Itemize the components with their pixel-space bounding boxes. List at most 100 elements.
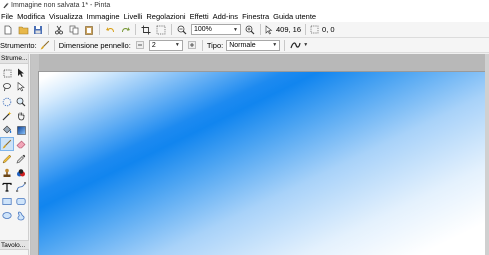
toolbar-separator — [201, 39, 203, 51]
freeform-shape-icon — [17, 211, 25, 221]
plus-icon — [188, 41, 196, 49]
menu-visualizza[interactable]: Visualizza — [49, 12, 87, 21]
selection-size-icon — [310, 25, 319, 34]
paintbrush-icon — [2, 140, 12, 149]
redo-button[interactable] — [119, 24, 131, 36]
pinta-app-icon — [3, 2, 9, 8]
menu-finestra[interactable]: Finestra — [242, 12, 273, 21]
toolbar-separator — [48, 24, 49, 35]
tool-rectangle-select[interactable] — [0, 66, 14, 80]
hand-icon — [18, 112, 25, 121]
eyedropper-icon — [16, 154, 26, 164]
tool-pencil[interactable] — [0, 152, 14, 166]
tool-grid — [0, 64, 28, 223]
eraser-icon — [16, 141, 26, 149]
new-image-button[interactable] — [2, 24, 14, 36]
new-image-icon — [4, 25, 12, 34]
tools-panel-header: Strume... — [0, 54, 28, 64]
vertical-scrollbar[interactable] — [485, 54, 489, 255]
menu-guida-utente[interactable]: Guida utente — [273, 12, 320, 21]
tool-line-curve[interactable] — [14, 180, 28, 194]
toolbar-separator — [53, 39, 55, 51]
toolbar-separator — [171, 24, 172, 35]
ellipse-select-icon — [2, 97, 12, 106]
tool-color-picker[interactable] — [14, 152, 28, 166]
blend-type-select[interactable]: Normale ▼ — [226, 39, 281, 51]
pencil-icon — [2, 154, 12, 164]
brush-width-label: Dimensione pennello: — [58, 40, 131, 50]
chevron-down-icon: ▼ — [303, 42, 309, 48]
rectangle-icon — [2, 198, 12, 206]
antialiasing-dropdown[interactable]: ▼ — [289, 39, 309, 51]
text-icon — [2, 183, 12, 192]
tool-zoom[interactable] — [14, 95, 28, 109]
tool-pan[interactable] — [14, 109, 28, 123]
gradient-icon — [16, 125, 26, 135]
paste-button[interactable] — [83, 24, 95, 36]
tool-ellipse[interactable] — [0, 209, 14, 223]
zoom-out-icon — [177, 25, 187, 34]
brush-width-select[interactable]: 2 ▼ — [148, 39, 183, 51]
tool-lasso-select[interactable] — [0, 80, 14, 94]
chevron-down-icon: ▼ — [233, 26, 238, 33]
crop-button[interactable] — [140, 24, 152, 36]
undo-icon — [105, 26, 114, 32]
cursor-position-readout: 409, 16 — [276, 25, 302, 34]
save-button[interactable] — [32, 24, 44, 36]
image-canvas[interactable] — [39, 72, 486, 255]
tool-rectangle[interactable] — [0, 195, 14, 209]
brush-width-decrease-button[interactable] — [134, 39, 146, 51]
menu-modifica[interactable]: Modifica — [17, 12, 49, 21]
save-icon — [34, 25, 42, 34]
undo-button[interactable] — [104, 24, 116, 36]
palette-panel-header: Tavolo... — [0, 240, 29, 250]
tool-move-selected[interactable] — [14, 66, 28, 80]
toolbar-separator — [260, 24, 261, 35]
tool-label: Strumento: — [0, 40, 37, 50]
clone-stamp-icon — [3, 168, 11, 178]
tool-ellipse-select[interactable] — [0, 95, 14, 109]
menu-effetti[interactable]: Effetti — [190, 12, 213, 21]
zoom-in-button[interactable] — [244, 24, 256, 36]
menu-add-ins[interactable]: Add-ins — [213, 12, 242, 21]
chevron-down-icon: ▼ — [272, 42, 278, 48]
tool-clone-stamp[interactable] — [0, 166, 14, 180]
tool-recolor[interactable] — [14, 166, 28, 180]
line-curve-icon — [16, 182, 26, 193]
copy-button[interactable] — [68, 24, 80, 36]
magic-wand-icon — [2, 111, 12, 121]
chevron-down-icon: ▼ — [174, 42, 180, 48]
tool-text[interactable] — [0, 180, 14, 194]
tool-rounded-rectangle[interactable] — [14, 195, 28, 209]
tool-magic-wand[interactable] — [0, 109, 14, 123]
menu-file[interactable]: File — [1, 12, 17, 21]
move-selection-icon — [17, 82, 25, 92]
cut-button[interactable] — [53, 24, 65, 36]
scissors-icon — [55, 25, 63, 34]
menu-immagine[interactable]: Immagine — [87, 12, 124, 21]
zoom-out-button[interactable] — [176, 24, 188, 36]
zoom-select[interactable]: 100% ▼ — [191, 24, 241, 35]
rectangle-select-icon — [3, 69, 11, 77]
menu-bar: File Modifica Visualizza Immagine Livell… — [0, 10, 489, 22]
tool-move-selection[interactable] — [14, 80, 28, 94]
minus-icon — [136, 41, 144, 49]
tool-paintbrush[interactable] — [0, 137, 14, 152]
antialiasing-curve-icon — [290, 41, 301, 48]
magnifier-icon — [16, 97, 26, 107]
menu-regolazioni[interactable]: Regolazioni — [146, 12, 189, 21]
tool-eraser[interactable] — [14, 137, 28, 151]
brush-width-increase-button[interactable] — [186, 39, 198, 51]
open-button[interactable] — [17, 24, 29, 36]
menu-livelli[interactable]: Livelli — [124, 12, 147, 21]
blend-type-value: Normale — [229, 41, 256, 49]
tool-gradient[interactable] — [14, 123, 28, 137]
tool-freeform-shape[interactable] — [14, 209, 28, 223]
tool-paint-bucket[interactable] — [0, 123, 14, 137]
toolbar-separator — [284, 39, 286, 51]
folder-icon — [18, 26, 28, 34]
title-bar: Immagine non salvata 1* - Pinta — [0, 0, 489, 10]
deselect-icon — [156, 25, 166, 34]
deselect-button[interactable] — [155, 24, 167, 36]
paint-bucket-icon — [3, 125, 12, 134]
